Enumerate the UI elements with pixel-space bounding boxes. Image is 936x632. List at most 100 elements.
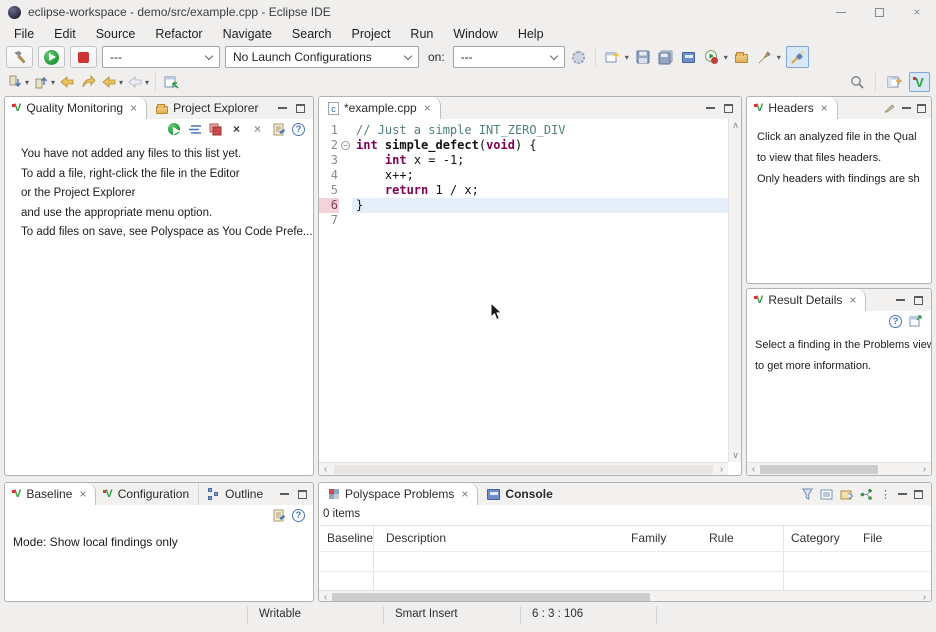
tab-headers[interactable]: V Headers × bbox=[747, 97, 838, 119]
chevron-down-icon[interactable]: ▾ bbox=[777, 53, 781, 62]
scrollbar-thumb[interactable] bbox=[332, 593, 650, 602]
fold-collapse-icon[interactable]: − bbox=[341, 141, 350, 150]
group-by-icon[interactable] bbox=[860, 489, 873, 500]
close-icon[interactable]: × bbox=[130, 101, 137, 115]
back-history-button[interactable] bbox=[100, 73, 118, 91]
previous-annotation-button[interactable] bbox=[32, 73, 50, 91]
maximize-panel-icon[interactable] bbox=[914, 490, 923, 499]
column-header-file[interactable]: File bbox=[863, 531, 882, 545]
launch-config-combo[interactable]: No Launch Configurations bbox=[225, 46, 419, 68]
menu-project[interactable]: Project bbox=[342, 24, 401, 44]
tab-outline[interactable]: Outline bbox=[198, 483, 272, 505]
chevron-down-icon[interactable]: ▾ bbox=[625, 53, 629, 62]
maximize-panel-icon[interactable] bbox=[296, 104, 305, 113]
run-button[interactable] bbox=[38, 46, 65, 68]
scrollbar-track[interactable] bbox=[878, 465, 918, 474]
build-button[interactable] bbox=[6, 46, 33, 68]
chevron-down-icon[interactable]: ▾ bbox=[145, 78, 149, 87]
scroll-left-icon[interactable]: ‹ bbox=[319, 463, 332, 476]
export-icon[interactable] bbox=[840, 489, 853, 500]
open-in-new-window-button[interactable] bbox=[908, 314, 923, 329]
menu-source[interactable]: Source bbox=[86, 24, 146, 44]
minimize-window-button[interactable] bbox=[822, 0, 860, 24]
editor-vertical-scrollbar[interactable]: ∧ ∨ bbox=[728, 119, 741, 462]
external-tools-button[interactable] bbox=[703, 48, 721, 66]
new-wizard-button[interactable] bbox=[604, 48, 622, 66]
search-button[interactable] bbox=[848, 73, 866, 91]
close-icon[interactable]: × bbox=[461, 487, 468, 501]
close-window-button[interactable]: × bbox=[898, 0, 936, 24]
stop-button[interactable] bbox=[70, 46, 97, 68]
column-header-description[interactable]: Description bbox=[386, 531, 446, 545]
minimize-panel-icon[interactable] bbox=[898, 493, 907, 495]
minimize-panel-icon[interactable] bbox=[706, 107, 715, 109]
close-icon[interactable]: × bbox=[424, 101, 431, 115]
result-details-horizontal-scrollbar[interactable]: ‹ › bbox=[747, 462, 931, 475]
help-button[interactable]: ? bbox=[292, 123, 305, 136]
help-button[interactable]: ? bbox=[292, 509, 305, 522]
run-analysis-button[interactable] bbox=[166, 122, 181, 137]
script-button[interactable] bbox=[271, 508, 286, 523]
tab-configuration[interactable]: V Configuration bbox=[96, 483, 198, 505]
close-icon[interactable]: × bbox=[79, 487, 86, 501]
polyspace-perspective-button[interactable]: V bbox=[909, 72, 930, 92]
save-all-button[interactable] bbox=[657, 48, 675, 66]
save-button[interactable] bbox=[634, 48, 652, 66]
close-icon[interactable]: × bbox=[849, 293, 856, 307]
script-button[interactable] bbox=[271, 122, 286, 137]
last-edit-location-button[interactable] bbox=[162, 73, 180, 91]
filter-icon[interactable] bbox=[802, 488, 813, 500]
mark-occurrences-button[interactable] bbox=[756, 48, 774, 66]
gear-icon[interactable] bbox=[572, 51, 585, 64]
open-perspective-button[interactable] bbox=[885, 73, 903, 91]
delete-all-button[interactable]: × bbox=[250, 122, 265, 137]
back-button[interactable] bbox=[58, 73, 76, 91]
open-file-button[interactable] bbox=[733, 48, 751, 66]
chevron-down-icon[interactable]: ▾ bbox=[724, 53, 728, 62]
tab-project-explorer[interactable]: Project Explorer bbox=[147, 97, 267, 119]
next-annotation-button[interactable] bbox=[6, 73, 24, 91]
menu-edit[interactable]: Edit bbox=[44, 24, 86, 44]
menu-window[interactable]: Window bbox=[443, 24, 507, 44]
problems-horizontal-scrollbar[interactable]: ‹ › bbox=[319, 590, 931, 602]
editor-horizontal-scrollbar[interactable]: ‹ › bbox=[319, 462, 728, 475]
column-header-family[interactable]: Family bbox=[631, 531, 666, 545]
scrollbar-thumb[interactable] bbox=[334, 465, 713, 474]
menu-file[interactable]: File bbox=[4, 24, 44, 44]
forward-history-button[interactable] bbox=[126, 73, 144, 91]
open-console-button[interactable] bbox=[680, 48, 698, 66]
minimize-panel-icon[interactable] bbox=[902, 107, 911, 109]
format-brush-button[interactable] bbox=[786, 46, 809, 68]
code-editor[interactable]: 1// Just a simple INT_ZERO_DIV2−int simp… bbox=[319, 119, 728, 462]
column-header-category[interactable]: Category bbox=[791, 531, 840, 545]
tab-result-details[interactable]: V Result Details × bbox=[747, 289, 866, 311]
filter-list-button[interactable] bbox=[187, 122, 202, 137]
delete-button[interactable]: × bbox=[229, 122, 244, 137]
tab-example-cpp[interactable]: c *example.cpp × bbox=[319, 97, 441, 119]
column-header-baseline[interactable]: Baseline bbox=[327, 531, 373, 545]
build-config-combo[interactable]: --- bbox=[102, 46, 220, 68]
scroll-right-icon[interactable]: › bbox=[918, 591, 931, 603]
maximize-window-button[interactable] bbox=[860, 0, 898, 24]
menu-help[interactable]: Help bbox=[508, 24, 554, 44]
minimize-panel-icon[interactable] bbox=[280, 493, 289, 495]
scroll-right-icon[interactable]: › bbox=[715, 463, 728, 476]
column-header-rule[interactable]: Rule bbox=[709, 531, 734, 545]
maximize-panel-icon[interactable] bbox=[724, 104, 733, 113]
tab-polyspace-problems[interactable]: Polyspace Problems × bbox=[319, 483, 478, 505]
scrollbar-track[interactable] bbox=[650, 593, 918, 602]
view-menu-icon[interactable]: ⋮ bbox=[880, 488, 891, 501]
help-button[interactable]: ? bbox=[889, 315, 902, 328]
menu-run[interactable]: Run bbox=[400, 24, 443, 44]
maximize-panel-icon[interactable] bbox=[298, 490, 307, 499]
scroll-right-icon[interactable]: › bbox=[918, 463, 931, 476]
tab-quality-monitoring[interactable]: V Quality Monitoring × bbox=[5, 97, 147, 119]
launch-target-combo[interactable]: --- bbox=[453, 46, 565, 68]
menu-search[interactable]: Search bbox=[282, 24, 342, 44]
forward-curved-button[interactable] bbox=[79, 73, 97, 91]
link-with-editor-icon[interactable] bbox=[884, 103, 896, 113]
chevron-down-icon[interactable]: ▾ bbox=[25, 78, 29, 87]
maximize-panel-icon[interactable] bbox=[914, 296, 923, 305]
show-console-icon[interactable] bbox=[820, 489, 833, 500]
scroll-down-icon[interactable]: ∨ bbox=[729, 450, 742, 461]
